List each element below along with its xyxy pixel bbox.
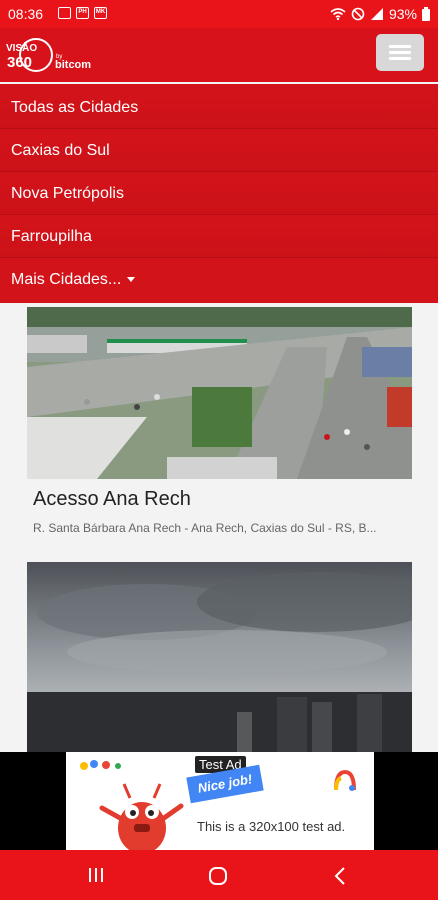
signal-icon	[370, 8, 383, 20]
logo-text-bitcom: bitcom	[55, 59, 91, 71]
notification-icons: PH MK	[58, 7, 107, 19]
wifi-icon	[330, 8, 346, 20]
recent-apps-icon[interactable]	[87, 867, 105, 883]
menu-item-nova-petropolis[interactable]: Nova Petrópolis	[0, 173, 438, 215]
camera-thumbnail-city-sky[interactable]	[27, 562, 412, 752]
image-notification-icon	[58, 7, 71, 19]
confetti-icon	[80, 760, 121, 770]
menu-item-todas-cidades[interactable]: Todas as Cidades	[0, 87, 438, 129]
camera-title[interactable]: Acesso Ana Rech	[33, 488, 191, 511]
cloudy-city-image	[27, 562, 412, 752]
system-icons: 93%	[330, 6, 430, 22]
menu-item-mais-cidades[interactable]: Mais Cidades...	[0, 259, 438, 301]
visao360-logo[interactable]: VISÃO 360 by bitcom	[6, 34, 96, 74]
city-menu: Todas as Cidades Caxias do Sul Nova Petr…	[0, 84, 438, 303]
ad-description: This is a 320x100 test ad.	[197, 819, 346, 834]
highway-scene-image	[27, 307, 412, 479]
admob-logo-icon	[334, 769, 356, 791]
battery-percent: 93%	[388, 6, 417, 22]
app-notification-icon: PH	[76, 7, 89, 19]
test-ad-banner[interactable]: Test Ad Nice job! This is a 320x100 test…	[66, 752, 374, 850]
battery-icon	[422, 7, 430, 21]
back-icon[interactable]	[333, 866, 347, 886]
hamburger-line-icon	[389, 45, 411, 48]
hamburger-line-icon	[389, 57, 411, 60]
logo-text-360: 360	[7, 54, 32, 71]
hamburger-line-icon	[389, 51, 411, 54]
status-bar: 08:36 PH MK 93%	[0, 0, 438, 28]
logo-text-visao: VISÃO	[6, 41, 37, 54]
menu-item-label: Nova Petrópolis	[11, 185, 124, 202]
app-notification-icon-2: MK	[94, 7, 107, 19]
menu-item-label: Farroupilha	[11, 228, 92, 245]
menu-item-farroupilha[interactable]: Farroupilha	[0, 216, 438, 258]
camera-address: R. Santa Bárbara Ana Rech - Ana Rech, Ca…	[33, 521, 377, 535]
menu-item-label: Todas as Cidades	[11, 99, 139, 116]
menu-item-label: Caxias do Sul	[11, 142, 110, 159]
status-time: 08:36	[8, 6, 44, 22]
app-header: VISÃO 360 by bitcom	[0, 28, 438, 82]
caret-down-icon	[127, 277, 136, 283]
android-navigation-bar	[0, 850, 438, 900]
home-icon[interactable]	[208, 866, 228, 886]
red-monster-mascot-icon	[99, 783, 184, 850]
hamburger-menu-button[interactable]	[376, 34, 424, 71]
menu-item-label: Mais Cidades...	[11, 271, 122, 288]
do-not-disturb-icon	[351, 7, 365, 21]
menu-item-caxias-do-sul[interactable]: Caxias do Sul	[0, 130, 438, 172]
camera-thumbnail-ana-rech[interactable]	[27, 307, 412, 479]
